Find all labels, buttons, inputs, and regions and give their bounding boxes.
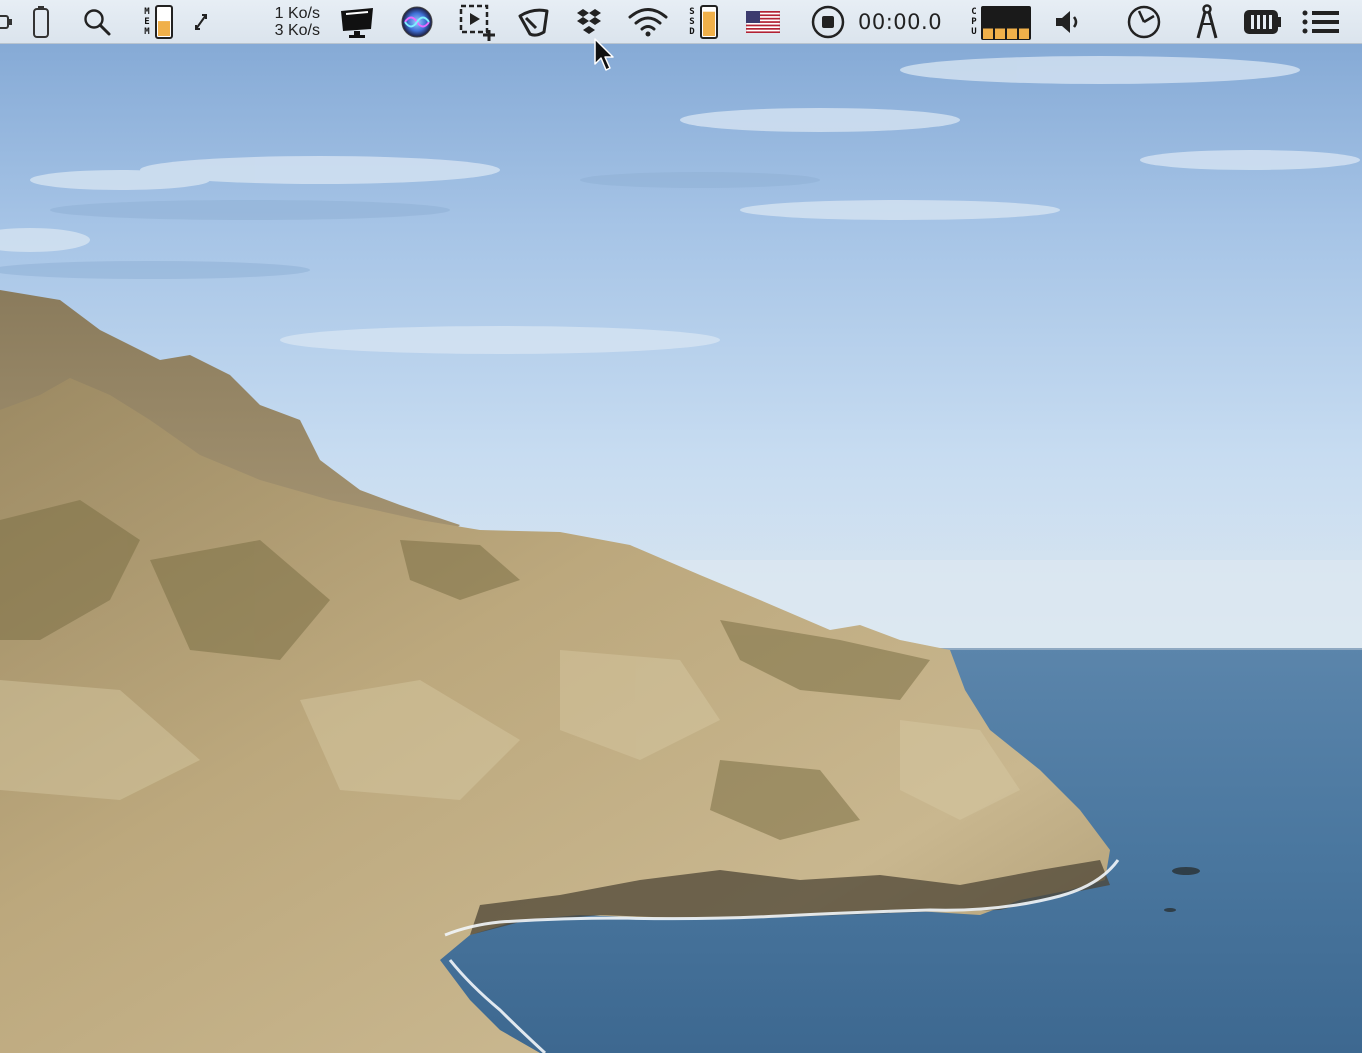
mouse-pointer-icon — [594, 38, 616, 77]
battery-mini-icon[interactable] — [0, 0, 14, 44]
compass-tool-icon[interactable] — [1190, 0, 1224, 44]
shield-icon[interactable] — [514, 0, 552, 44]
desktop-wallpaper — [0, 0, 1362, 1053]
clock-icon[interactable] — [1124, 0, 1164, 44]
network-upload-rate: 1 Ko/s — [274, 5, 320, 22]
phone-battery-icon[interactable] — [28, 0, 54, 44]
battery-gauge-icon[interactable] — [1240, 0, 1284, 44]
recording-timer: 00:00.0 — [858, 10, 943, 34]
sync-arrows-icon[interactable] — [190, 0, 212, 44]
ssd-gauge — [699, 5, 718, 39]
cpu-core-bar — [994, 28, 1005, 39]
network-download-rate: 3 Ko/s — [274, 22, 320, 39]
cpu-core-bar — [1018, 28, 1029, 39]
network-monitor[interactable]: 1 Ko/s 3 Ko/s — [240, 0, 320, 44]
cpu-core-bar — [1006, 28, 1017, 39]
menu-bar: MEM 1 Ko/s 3 Ko/s S S D 00:00.0 C P U — [0, 0, 1362, 44]
display-presenter-icon[interactable] — [336, 0, 378, 44]
memory-gauge — [154, 5, 173, 39]
spotlight-search-icon[interactable] — [80, 0, 114, 44]
cpu-gauge — [980, 6, 1031, 40]
volume-icon[interactable] — [1050, 0, 1086, 44]
siri-icon[interactable] — [398, 0, 436, 44]
ssd-monitor[interactable]: SSD — [684, 0, 726, 44]
screenshot-capture-icon[interactable] — [456, 0, 498, 44]
us-flag-input-icon[interactable] — [744, 0, 782, 44]
wifi-icon[interactable] — [626, 0, 670, 44]
ssd-label: SSD — [689, 7, 695, 37]
list-menu-icon[interactable] — [1300, 0, 1342, 44]
memory-monitor[interactable]: MEM — [138, 0, 182, 44]
landscape-wallpaper-image — [0, 0, 1362, 1053]
cpu-core-bar — [982, 28, 993, 39]
screen-recorder[interactable]: 00:00.0 — [810, 0, 958, 44]
memory-label: MEM — [144, 7, 150, 37]
cpu-monitor[interactable]: CPU — [964, 0, 1040, 44]
cpu-label: CPU — [971, 7, 977, 37]
record-stop-icon[interactable] — [810, 4, 846, 40]
